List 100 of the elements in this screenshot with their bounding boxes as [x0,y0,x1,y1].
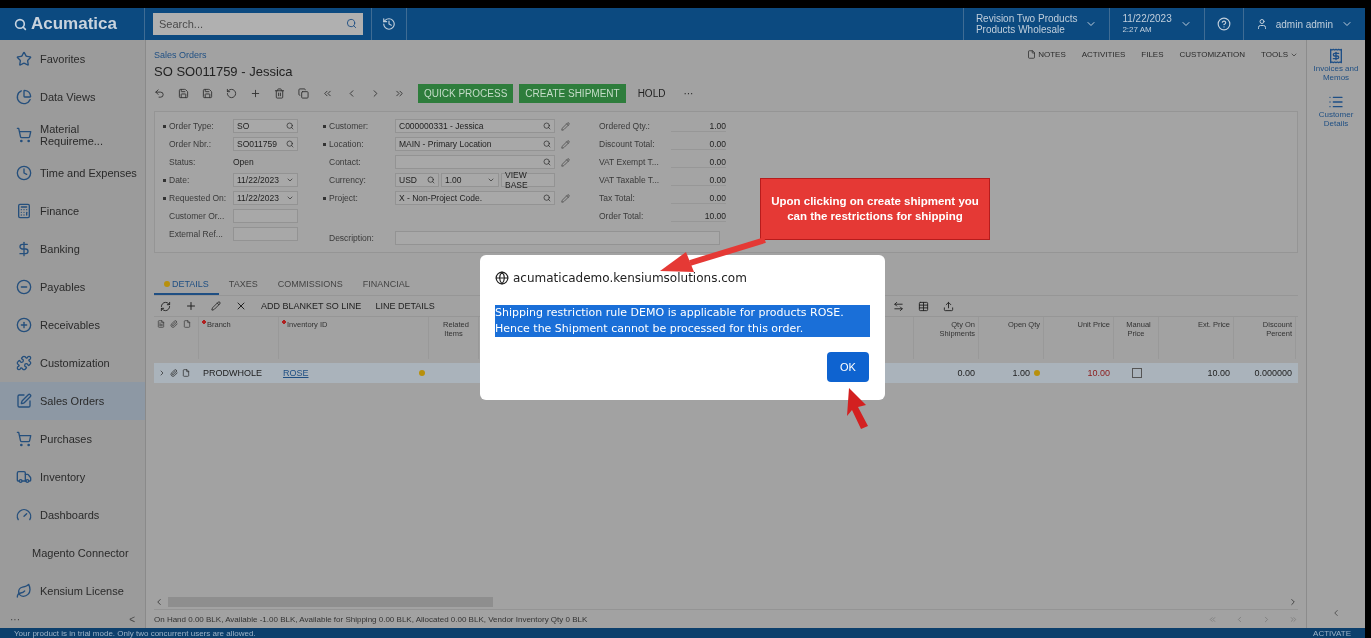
delete-icon[interactable] [235,300,247,312]
field-label: Customer Or... [169,211,225,221]
sidebar-item[interactable]: Inventory [0,458,145,496]
toolbar-link[interactable]: ACTIVITIES [1081,50,1126,59]
add-icon[interactable] [185,300,197,312]
toolbar-link[interactable]: TOOLS [1261,50,1298,59]
toolbar-link[interactable]: FILES [1141,50,1164,59]
total-value: 0.00 [671,174,726,186]
tab[interactable]: TAXES [218,275,268,295]
field-value: Open [233,157,254,167]
dialog-message: Shipping restriction rule DEMO is applicable for products ROSE. Hence the Shipment cannot be processed for this order. [495,305,870,337]
edit-icon[interactable] [561,139,570,149]
sidebar-item[interactable]: Receivables [0,306,145,344]
lookup-field[interactable]: C000000331 - Jessica [395,119,555,133]
sidebar-item[interactable]: Dashboards [0,496,145,534]
expand-icon[interactable] [158,369,166,377]
sidebar-item[interactable]: Payables [0,268,145,306]
toolbar-icon[interactable] [202,88,213,99]
tab[interactable]: COMMISSIONS [267,275,353,295]
toolbar-icon[interactable] [250,88,261,99]
sidebar-item[interactable]: Sales Orders [0,382,145,420]
rate-field[interactable]: 1.00 [441,173,499,187]
side-panel-link[interactable]: Customer Details [1308,94,1364,128]
help-icon[interactable] [1216,17,1231,31]
edit-icon[interactable] [561,121,570,131]
attachment-icon [170,369,178,377]
table-cell: 1.00 [1012,368,1030,378]
edit-icon[interactable] [211,301,221,311]
date-field[interactable]: 11/22/2023 [233,191,298,205]
activate-link[interactable]: ACTIVATE [1313,628,1351,638]
search-field[interactable]: Search... [153,13,363,35]
plus-circle-icon [16,317,32,333]
scroll-right-icon[interactable] [1288,597,1298,607]
caret-icon [286,176,294,184]
field-label: Requested On: [169,193,227,203]
ok-button[interactable]: OK [827,352,869,382]
sidebar-item[interactable]: Favorites [0,40,145,78]
checkbox[interactable] [1131,368,1142,378]
sidebar-item[interactable]: Finance [0,192,145,230]
export-icon[interactable] [917,300,929,312]
sidebar-item[interactable]: Customization [0,344,145,382]
grid-button[interactable]: LINE DETAILS [375,301,435,311]
table-cell: PRODWHOLE [203,368,262,378]
toolbar-icon[interactable] [226,88,237,99]
total-value: 0.00 [671,156,726,168]
sidebar-item[interactable]: Purchases [0,420,145,458]
inventory-summary: On Hand 0.00 BLK, Available -1.00 BLK, Available for Shipping 0.00 BLK, Allocated 0.00 BLK, Vendor Inventory Qty 0 BLK [154,614,588,624]
breadcrumb-link[interactable]: Sales Orders [154,50,207,60]
toolbar-link[interactable]: NOTES [1027,50,1066,59]
refresh-icon[interactable] [160,300,171,312]
tab[interactable]: DETAILS [154,275,219,295]
notes-icon [157,320,165,328]
more-button[interactable]: ··· [10,613,20,625]
sidebar-item[interactable]: Time and Expenses [0,154,145,192]
action-button[interactable]: QUICK PROCESS [418,84,514,103]
view-base-button[interactable]: VIEW BASE [501,173,555,187]
sidebar-item[interactable]: Kensium License [0,572,145,610]
lookup-field[interactable]: MAIN - Primary Location [395,137,555,151]
lookup-field[interactable]: SO011759 [233,137,298,151]
upload-icon[interactable] [942,300,954,312]
field-label: Customer: [329,121,369,131]
pencil-square-icon [16,393,32,409]
scroll-left-icon[interactable] [154,597,164,607]
search-icon [286,140,294,148]
toolbar-icon[interactable] [322,88,333,99]
action-button[interactable]: ··· [677,84,700,103]
lookup-field[interactable] [395,155,555,169]
lookup-field[interactable]: SO [233,119,298,133]
sidebar-item[interactable]: Material Requireme... [0,116,145,154]
dialog-origin: acumaticademo.kensiumsolutions.com [513,271,747,285]
caret-icon [286,194,294,202]
action-button[interactable]: HOLD [631,84,672,103]
toolbar-icon[interactable] [394,88,405,99]
toolbar-link[interactable]: CUSTOMIZATION [1179,50,1245,59]
history-icon[interactable] [382,17,396,31]
toolbar-icon[interactable] [298,88,309,99]
cart-icon [16,431,32,447]
calculator-icon [16,203,32,219]
fit-columns-icon[interactable] [892,300,904,312]
collapse-button[interactable]: < [129,613,135,625]
sidebar-item[interactable]: Data Views [0,78,145,116]
collapse-icon[interactable] [1331,608,1341,618]
dollar-icon [16,241,32,257]
action-button[interactable]: CREATE SHIPMENT [519,84,626,103]
side-panel-link[interactable]: Invoices and Memos [1308,48,1364,82]
toolbar-icon[interactable] [154,88,165,99]
sidebar-item[interactable]: Magento Connector [0,534,145,572]
toolbar-icon[interactable] [274,88,285,99]
date-field[interactable]: 11/22/2023 [233,173,298,187]
edit-icon[interactable] [561,157,570,167]
edit-icon[interactable] [561,193,570,203]
sidebar-item[interactable]: Banking [0,230,145,268]
currency-field[interactable]: USD [395,173,439,187]
grid-button[interactable]: ADD BLANKET SO LINE [261,301,362,311]
tab[interactable]: FINANCIAL [352,275,420,295]
lookup-field[interactable]: X - Non-Project Code. [395,191,555,205]
toolbar-icon[interactable] [178,88,189,99]
search-icon [543,158,551,166]
inventory-link[interactable]: ROSE [283,368,309,378]
search-icon [286,122,294,130]
